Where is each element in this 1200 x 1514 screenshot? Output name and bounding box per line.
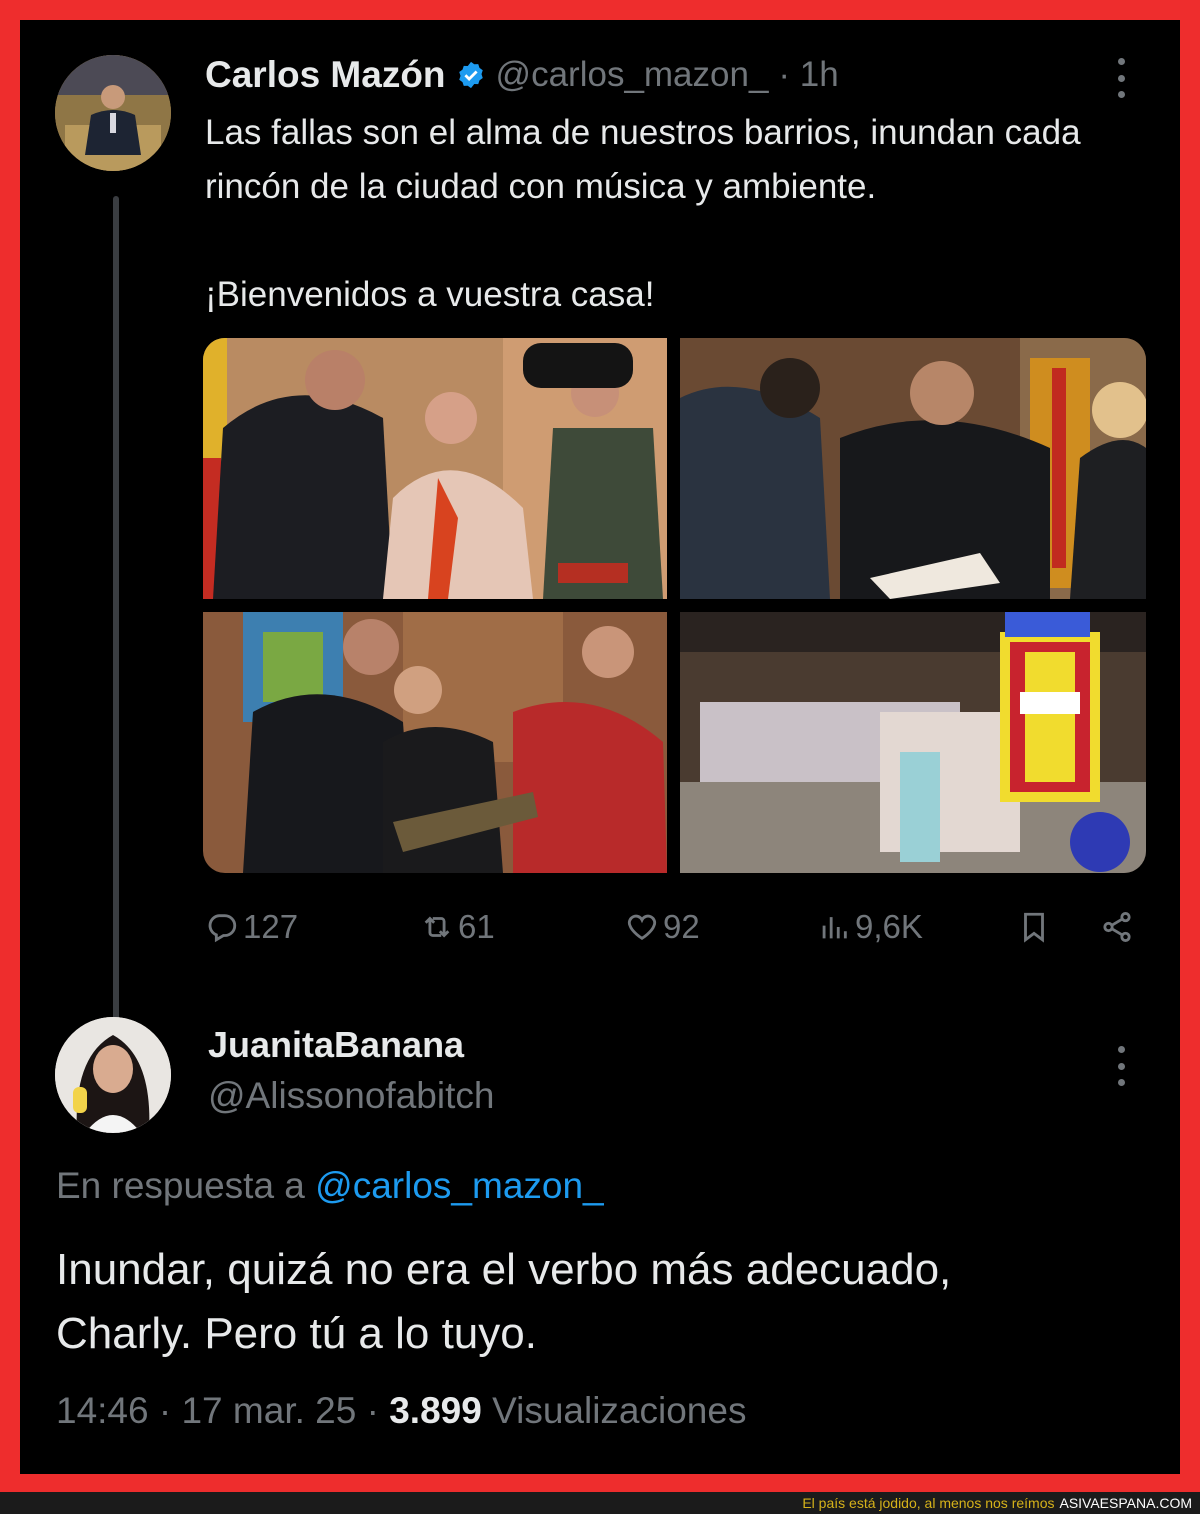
like-action[interactable]: 92	[625, 902, 700, 952]
in-reply-to: En respuesta a @carlos_mazon_	[56, 1165, 604, 1207]
reply-text: Inundar, quizá no era el verbo más adecu…	[56, 1238, 1156, 1366]
banner-site[interactable]: ASIVAESPANA.COM	[1059, 1495, 1192, 1511]
thread-connector-line	[113, 196, 119, 1026]
tweet-text-line: Las fallas son el alma de nuestros barri…	[205, 113, 1081, 206]
separator-dot: ·	[158, 1390, 172, 1431]
photo-image	[203, 612, 667, 873]
bookmark-icon	[1024, 912, 1044, 943]
reply-action[interactable]: 127	[205, 902, 298, 952]
bookmark-action[interactable]	[1017, 902, 1055, 952]
reply-prefix: En respuesta a	[56, 1165, 305, 1206]
reply-count: 127	[243, 908, 299, 945]
views-action[interactable]: 9,6K	[817, 902, 923, 952]
tweet-time: · 1h	[778, 55, 839, 94]
tweet-text-line: ¡Bienvenidos a vuestra casa!	[205, 275, 655, 314]
heart-icon	[627, 914, 657, 941]
share-icon	[1103, 911, 1131, 943]
share-action[interactable]	[1100, 902, 1138, 952]
avatar-image	[55, 55, 171, 171]
tweet-header: Carlos Mazón @carlos_mazon_ · 1h	[205, 50, 839, 100]
more-options-icon[interactable]	[1116, 58, 1126, 98]
reply-time[interactable]: 14:46	[56, 1390, 149, 1431]
reply-to-handle-link[interactable]: @carlos_mazon_	[315, 1165, 603, 1206]
verified-badge-icon	[458, 61, 483, 89]
photo-grid	[203, 338, 1146, 873]
separator-dot: ·	[366, 1390, 379, 1431]
author-handle[interactable]: @carlos_mazon_	[496, 55, 769, 95]
tweet-text: Las fallas son el alma de nuestros barri…	[205, 106, 1155, 322]
watermark-banner: El país está jodido, al menos nos reímos…	[0, 1492, 1200, 1514]
photo-2[interactable]	[680, 338, 1146, 599]
photo-1[interactable]	[203, 338, 667, 599]
banner-tagline: El país está jodido, al menos nos reímos	[802, 1495, 1055, 1511]
repost-action[interactable]: 61	[420, 902, 495, 952]
reply-author-name[interactable]: JuanitaBanana	[208, 1024, 464, 1066]
photo-image	[203, 338, 667, 599]
reply-views-count: 3.899	[389, 1390, 482, 1431]
repost-icon	[424, 916, 450, 938]
reply-author-handle[interactable]: @Alissonofabitch	[208, 1075, 494, 1117]
reply-more-options-icon[interactable]	[1116, 1046, 1126, 1086]
photo-image	[680, 612, 1146, 873]
author-name[interactable]: Carlos Mazón	[205, 54, 446, 96]
photo-4[interactable]	[680, 612, 1146, 873]
photo-image	[680, 338, 1146, 599]
photo-3[interactable]	[203, 612, 667, 873]
reply-views-label: Visualizaciones	[492, 1390, 747, 1431]
juanitabanana-avatar[interactable]	[55, 1017, 171, 1133]
reply-footer: 14:46 · 17 mar. 25 · 3.899 Visualizacion…	[56, 1390, 746, 1432]
carlos-mazon-avatar[interactable]	[55, 55, 171, 171]
avatar-image	[55, 1017, 171, 1133]
screenshot-area: Carlos Mazón @carlos_mazon_ · 1h Las fal…	[20, 20, 1180, 1474]
tweet-actions-bar: 127 61 92 9,6K	[205, 902, 1131, 952]
reply-icon	[208, 914, 237, 943]
reply-text-line: Charly. Pero tú a lo tuyo.	[56, 1309, 537, 1358]
repost-count: 61	[458, 908, 495, 945]
views-chart-icon	[822, 917, 847, 939]
reply-text-line: Inundar, quizá no era el verbo más adecu…	[56, 1245, 952, 1294]
like-count: 92	[663, 908, 700, 945]
views-count: 9,6K	[855, 908, 923, 945]
reply-date[interactable]: 17 mar. 25	[181, 1390, 356, 1431]
